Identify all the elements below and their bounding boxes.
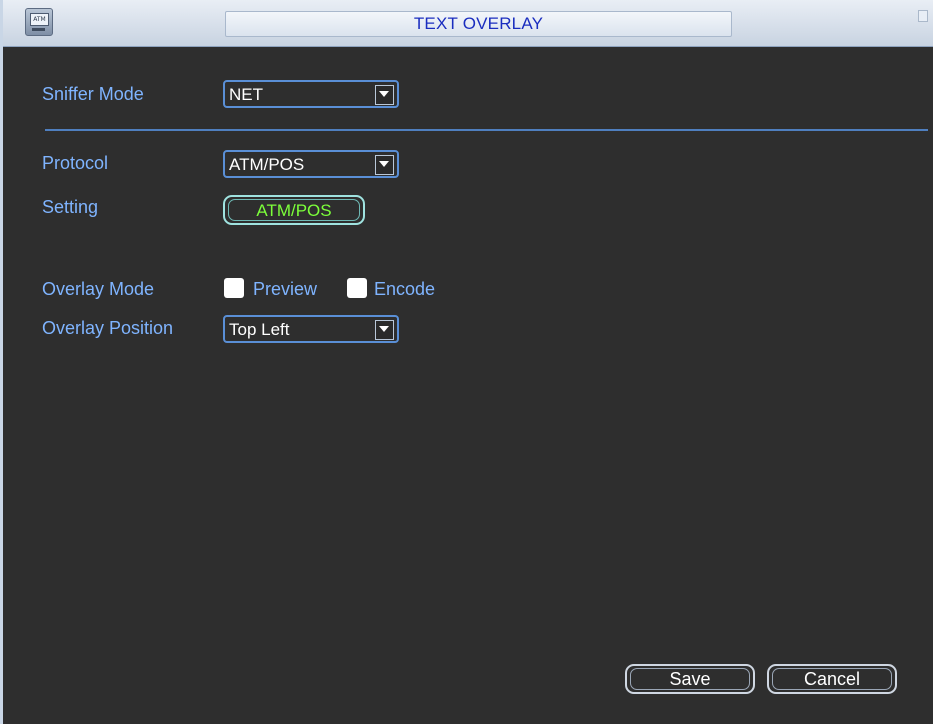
protocol-select[interactable]: ATM/POS bbox=[223, 150, 399, 178]
save-button[interactable]: Save bbox=[625, 664, 755, 694]
close-icon[interactable] bbox=[918, 10, 928, 22]
chevron-down-icon[interactable] bbox=[375, 320, 394, 340]
chevron-down-icon[interactable] bbox=[375, 85, 394, 105]
atm-icon-label: ATM bbox=[30, 13, 49, 26]
atm-terminal-icon: ATM bbox=[25, 8, 53, 36]
overlay-position-select[interactable]: Top Left bbox=[223, 315, 399, 343]
overlay-mode-label: Overlay Mode bbox=[42, 279, 155, 299]
sniffer-mode-select[interactable]: NET bbox=[223, 80, 399, 108]
overlay-position-label: Overlay Position bbox=[42, 318, 174, 338]
chevron-down-icon[interactable] bbox=[375, 155, 394, 175]
save-button-label: Save bbox=[669, 669, 711, 689]
section-divider bbox=[45, 129, 928, 131]
protocol-value: ATM/POS bbox=[229, 155, 305, 174]
setting-button-label: ATM/POS bbox=[256, 201, 332, 220]
cancel-button-label: Cancel bbox=[803, 669, 861, 689]
sniffer-mode-value: NET bbox=[229, 85, 263, 104]
encode-label[interactable]: Encode bbox=[374, 279, 435, 300]
preview-checkbox[interactable] bbox=[224, 278, 244, 298]
setting-atm-pos-button[interactable]: ATM/POS bbox=[223, 195, 365, 225]
overlay-position-value: Top Left bbox=[229, 320, 290, 339]
preview-label[interactable]: Preview bbox=[253, 279, 317, 300]
setting-label: Setting bbox=[42, 197, 99, 217]
title-bar: ATM TEXT OVERLAY bbox=[3, 0, 933, 47]
text-overlay-window: ATM TEXT OVERLAY Sniffer Mode NET Protoc… bbox=[0, 0, 933, 724]
encode-checkbox[interactable] bbox=[347, 278, 367, 298]
protocol-label: Protocol bbox=[42, 153, 109, 173]
cancel-button[interactable]: Cancel bbox=[767, 664, 897, 694]
window-title: TEXT OVERLAY bbox=[225, 11, 732, 37]
sniffer-mode-label: Sniffer Mode bbox=[42, 84, 144, 104]
